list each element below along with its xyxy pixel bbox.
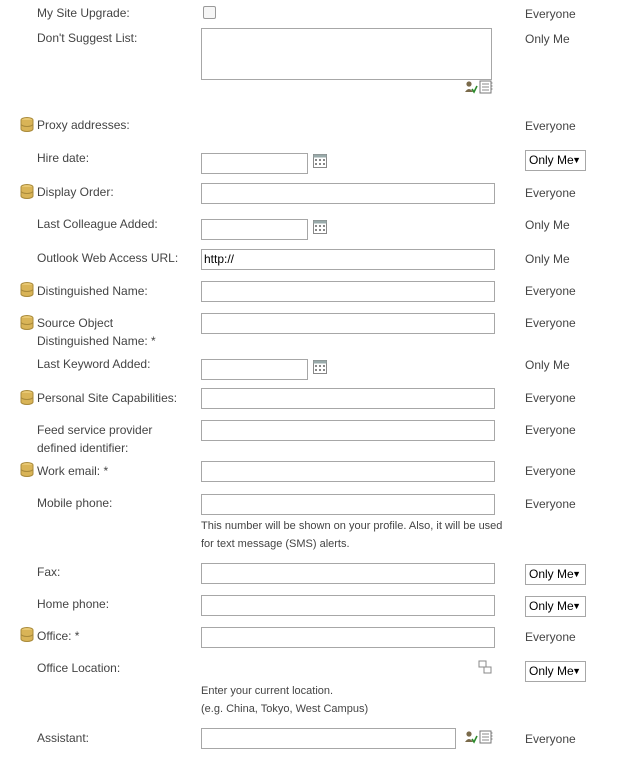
label-work-email: Work email: *	[37, 464, 109, 478]
work-email-input[interactable]	[201, 461, 495, 482]
calendar-icon[interactable]	[313, 360, 327, 374]
label-last-colleague-added: Last Colleague Added:	[37, 217, 158, 231]
my-site-upgrade-checkbox[interactable]	[203, 6, 216, 19]
home-phone-input[interactable]	[201, 595, 495, 616]
privacy-select-fax-value: Only Me	[529, 567, 574, 581]
privacy-work-email: Everyone	[525, 464, 576, 478]
database-icon	[20, 390, 34, 405]
privacy-select-hire-date-value: Only Me	[529, 153, 574, 167]
privacy-last-keyword-added: Only Me	[525, 358, 570, 372]
privacy-proxy-addresses: Everyone	[525, 119, 576, 133]
label-assistant: Assistant:	[37, 731, 90, 745]
privacy-office: Everyone	[525, 630, 576, 644]
label-feed-service-provider-identifier: Feed service provider defined identifier…	[37, 423, 153, 455]
location-icon[interactable]	[478, 660, 492, 674]
distinguished-name-input[interactable]	[201, 281, 495, 302]
privacy-my-site-upgrade: Everyone	[525, 7, 576, 21]
label-display-order: Display Order:	[37, 185, 114, 199]
label-mobile-phone: Mobile phone:	[37, 496, 113, 510]
privacy-dont-suggest-list: Only Me	[525, 32, 570, 46]
personal-site-capabilities-input[interactable]	[201, 388, 495, 409]
database-icon	[20, 184, 34, 199]
label-my-site-upgrade: My Site Upgrade:	[37, 6, 130, 20]
label-fax: Fax:	[37, 565, 61, 579]
dropdown-arrow-icon: ▼	[572, 666, 581, 676]
dropdown-arrow-icon: ▼	[572, 569, 581, 579]
database-icon	[20, 462, 34, 477]
label-hire-date: Hire date:	[37, 151, 90, 165]
privacy-select-fax[interactable]: Only Me ▼	[525, 564, 586, 585]
source-object-distinguished-name-input[interactable]	[201, 313, 495, 334]
label-outlook-web-access-url: Outlook Web Access URL:	[37, 251, 179, 265]
privacy-select-home-phone[interactable]: Only Me ▼	[525, 596, 586, 617]
dropdown-arrow-icon: ▼	[572, 155, 581, 165]
privacy-mobile-phone: Everyone	[525, 497, 576, 511]
mobile-phone-help-text: This number will be shown on your profil…	[201, 520, 503, 550]
last-keyword-added-input[interactable]	[201, 359, 308, 380]
mobile-phone-input[interactable]	[201, 494, 495, 515]
label-proxy-addresses: Proxy addresses:	[37, 118, 130, 132]
privacy-display-order: Everyone	[525, 186, 576, 200]
check-names-icon[interactable]	[464, 80, 478, 94]
privacy-select-office-location[interactable]: Only Me ▼	[525, 661, 586, 682]
privacy-select-office-location-value: Only Me	[529, 664, 574, 678]
label-office-location: Office Location:	[37, 661, 121, 675]
calendar-icon[interactable]	[313, 154, 327, 168]
outlook-web-access-url-input[interactable]: http://	[201, 249, 495, 270]
label-home-phone: Home phone:	[37, 597, 110, 611]
privacy-feed-service-provider-identifier: Everyone	[525, 423, 576, 437]
label-distinguished-name: Distinguished Name:	[37, 284, 148, 298]
privacy-source-object-distinguished-name: Everyone	[525, 316, 576, 330]
label-office: Office: *	[37, 629, 80, 643]
assistant-input[interactable]	[201, 728, 456, 749]
calendar-icon[interactable]	[313, 220, 327, 234]
privacy-select-home-phone-value: Only Me	[529, 599, 574, 613]
feed-service-provider-identifier-input[interactable]	[201, 420, 495, 441]
privacy-personal-site-capabilities: Everyone	[525, 391, 576, 405]
hire-date-input[interactable]	[201, 153, 308, 174]
address-book-icon[interactable]	[479, 730, 493, 744]
database-icon	[20, 117, 34, 132]
privacy-assistant: Everyone	[525, 732, 576, 746]
office-location-help-line-2: (e.g. China, Tokyo, West Campus)	[201, 703, 369, 715]
privacy-distinguished-name: Everyone	[525, 284, 576, 298]
label-personal-site-capabilities: Personal Site Capabilities:	[37, 391, 178, 405]
display-order-input[interactable]	[201, 183, 495, 204]
office-input[interactable]	[201, 627, 495, 648]
last-colleague-added-input[interactable]	[201, 219, 308, 240]
office-location-help-line-1: Enter your current location.	[201, 685, 334, 697]
check-names-icon[interactable]	[464, 730, 478, 744]
privacy-last-colleague-added: Only Me	[525, 218, 570, 232]
privacy-outlook-web-access-url: Only Me	[525, 252, 570, 266]
fax-input[interactable]	[201, 563, 495, 584]
database-icon	[20, 627, 34, 642]
label-source-object-distinguished-name: Source Object Distinguished Name: *	[37, 316, 156, 348]
privacy-select-hire-date[interactable]: Only Me ▼	[525, 150, 586, 171]
label-last-keyword-added: Last Keyword Added:	[37, 357, 151, 371]
dont-suggest-list-textarea[interactable]	[201, 28, 492, 80]
label-dont-suggest-list: Don't Suggest List:	[37, 31, 138, 45]
database-icon	[20, 282, 34, 297]
database-icon	[20, 315, 34, 330]
address-book-icon[interactable]	[479, 80, 493, 94]
dropdown-arrow-icon: ▼	[572, 601, 581, 611]
